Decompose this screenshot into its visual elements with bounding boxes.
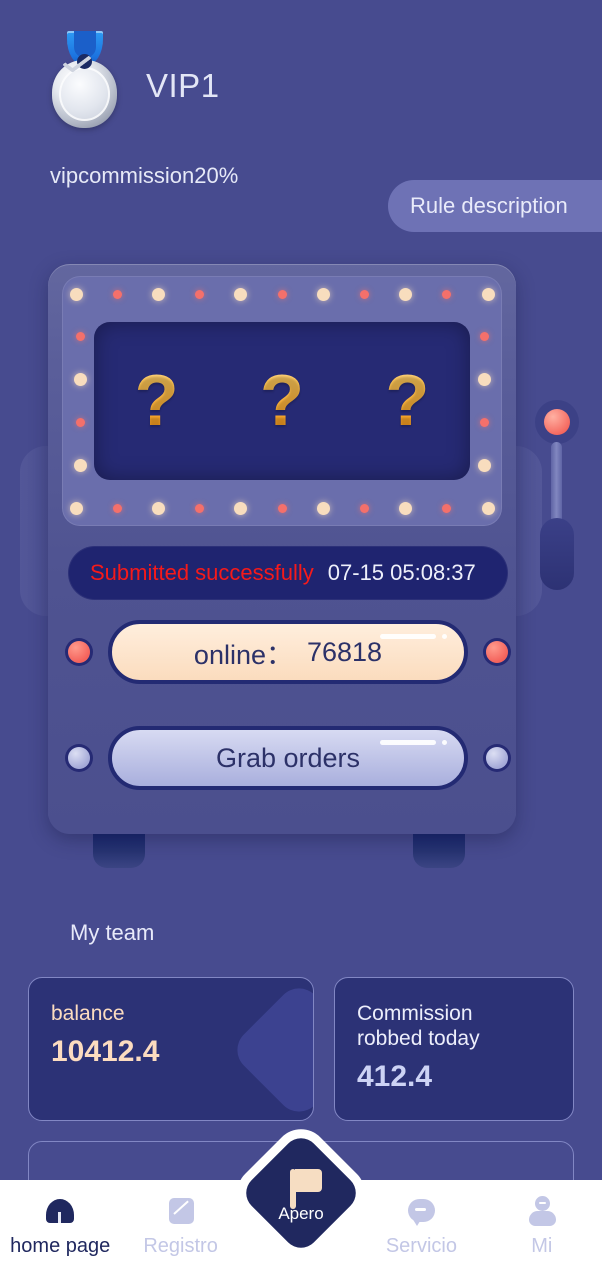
vip-row: VIP1 [44,28,220,143]
home-icon [44,1195,76,1227]
lever-knob[interactable] [535,400,579,444]
vip-medal-icon [44,28,124,143]
status-message: Submitted successfully [90,560,314,585]
online-label: online： [193,639,293,670]
marquee-bulb [477,458,491,472]
marquee-bulb [442,503,452,513]
vip-level-label: VIP1 [146,66,220,104]
marquee-bulb [316,501,330,515]
marquee-bulb [316,287,330,301]
chat-bubble-icon [405,1195,437,1227]
commission-card-value: 412.4 [357,1059,433,1093]
reel-screen: ? ? ? [94,322,470,480]
marquee-bulb [277,503,287,513]
balance-card-title: balance [51,1002,125,1025]
marquee-bulb [151,287,165,301]
user-icon [526,1195,558,1227]
grab-orders-label: Grab orders [215,742,361,773]
document-icon [165,1195,197,1227]
indicator-dot-left-lavender [68,747,90,769]
reel-symbol-3: ? [385,361,430,441]
marquee-bulb [359,503,369,513]
nav-label-home: home page [10,1234,111,1257]
marquee-bulb [399,501,413,515]
user-face-detail [538,1201,546,1204]
marquee-bulb [69,501,83,515]
balance-card[interactable]: balance 10412.4 [28,977,314,1121]
nav-center-label: Apero [278,1204,324,1223]
button-gloss [380,740,447,745]
marquee-bulb [112,503,122,513]
nav-center-diamond [238,1130,364,1256]
marquee-bulb [73,373,87,387]
indicator-dot-left-red [68,641,90,663]
my-team-title: My team [70,920,155,945]
reel-symbol-2: ? [260,361,304,441]
marquee-bulb [442,289,452,299]
marquee-bulb [69,287,83,301]
nav-label-registro: Registro [143,1234,218,1257]
nav-label-mi: Mi [531,1234,553,1257]
slot-machine: ? ? ? Submitted successfully 07-15 05:08… [0,248,602,888]
marquee-bulb [234,501,248,515]
marquee-bulb [75,332,85,342]
marquee-bulb [477,373,491,387]
marquee-bulb [75,417,85,427]
online-count-button[interactable]: online： 76818 [108,620,468,684]
commission-card[interactable]: Commission robbed today 412.4 [334,977,574,1121]
lever-base [540,518,574,590]
online-row: online： 76818 [68,620,508,684]
chat-tail [412,1217,423,1226]
marquee-bulb [234,287,248,301]
status-timestamp: 07-15 05:08:37 [327,560,476,585]
button-gloss [380,634,447,639]
marquee-bulb [151,501,165,515]
marquee-bulb [479,332,489,342]
marquee-bulb [112,289,122,299]
bulb-frame: ? ? ? [62,276,502,526]
rule-description-button[interactable]: Rule description [388,180,602,232]
marquee-bulb [479,417,489,427]
marquee-bulb [481,287,495,301]
marquee-bulb [73,458,87,472]
marquee-bulb [481,501,495,515]
grab-orders-button[interactable]: Grab orders [108,726,468,790]
nav-item-registro[interactable]: Registro [120,1180,240,1272]
reel-symbol-1: ? [134,361,179,441]
commission-title-line1: Commission [357,1002,473,1025]
marquee-bulb [399,287,413,301]
commission-card-title: Commission robbed today [357,1002,551,1052]
marquee-bulb [195,503,205,513]
nav-label-servicio: Servicio [385,1234,457,1257]
slot-lever-icon[interactable] [528,400,584,590]
flag-icon [290,1169,322,1209]
indicator-dot-right-lavender [486,747,508,769]
status-bar: Submitted successfully 07-15 05:08:37 [68,546,508,600]
marquee-bulb [359,289,369,299]
nav-item-mi[interactable]: Mi [482,1180,602,1272]
marquee-bulb [277,289,287,299]
machine-body: ? ? ? Submitted successfully 07-15 05:08… [48,264,516,834]
medal-disc [52,60,117,128]
nav-item-home[interactable]: home page [0,1180,120,1272]
commission-title-line2: robbed today [357,1026,480,1050]
balance-card-value: 10412.4 [51,1034,160,1068]
nav-item-servicio[interactable]: Servicio [361,1180,481,1272]
indicator-dot-right-red [486,641,508,663]
vip-commission-label: vipcommission20% [50,163,239,188]
header: VIP1 vipcommission20% Rule description [0,0,602,250]
marquee-bulb [195,289,205,299]
grab-row: Grab orders [68,726,508,790]
nav-center-apero-button[interactable]: Apero [238,1130,364,1256]
online-count: 76818 [306,636,383,667]
